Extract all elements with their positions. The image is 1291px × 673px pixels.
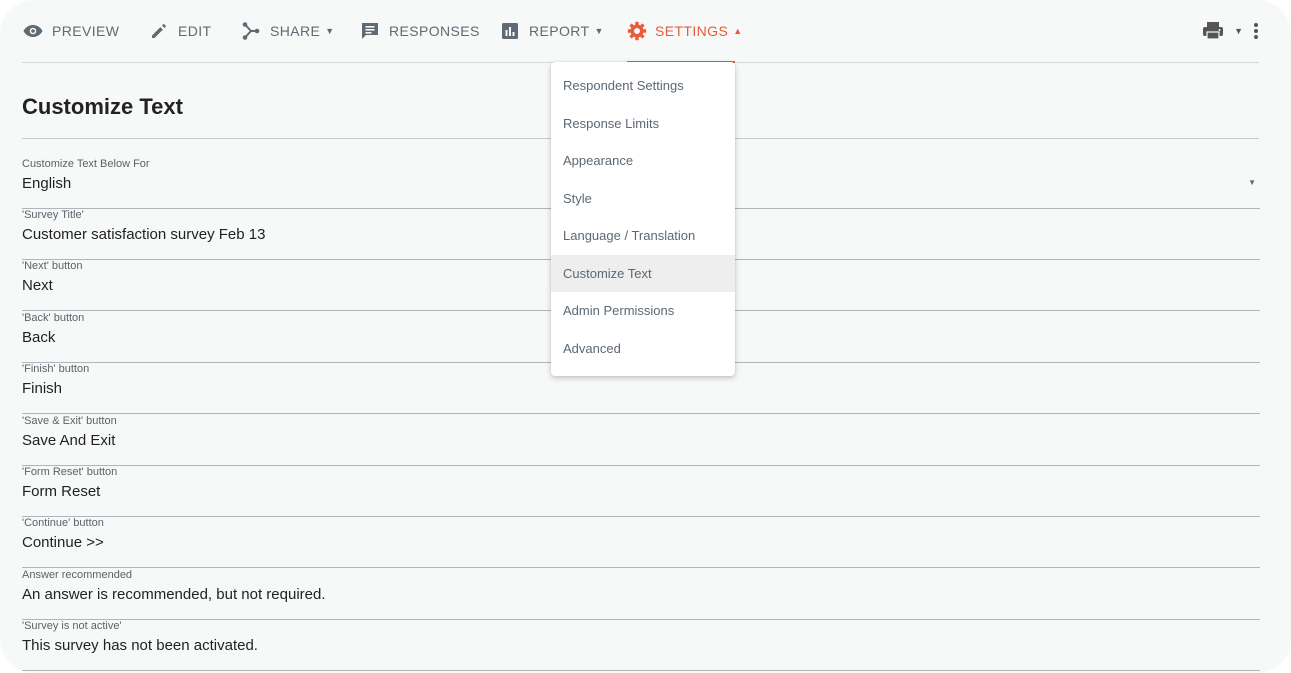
tab-responses[interactable]: RESPONSES <box>359 0 480 62</box>
field-label: 'Survey Title' <box>22 209 84 221</box>
tab-settings[interactable]: SETTINGS ▲ <box>627 0 742 63</box>
eye-icon <box>22 20 44 42</box>
field-value: Back <box>22 329 56 346</box>
field-label: 'Survey is not active' <box>22 620 122 632</box>
tab-label: PREVIEW <box>52 23 120 39</box>
share-icon <box>240 20 262 42</box>
field-value: Continue >> <box>22 534 104 551</box>
responses-icon <box>359 20 381 42</box>
chevron-down-icon: ▼ <box>1248 178 1256 187</box>
field-value: An answer is recommended, but not requir… <box>22 586 326 603</box>
pencil-icon <box>148 20 170 42</box>
tab-label: RESPONSES <box>389 23 480 39</box>
field-label: Answer recommended <box>22 569 133 581</box>
field-label: 'Continue' button <box>22 517 104 529</box>
chevron-down-icon: ▼ <box>594 26 604 36</box>
field-label: Customize Text Below For <box>22 158 150 170</box>
gear-icon <box>627 20 647 42</box>
menu-item-appearance[interactable]: Appearance <box>551 142 735 180</box>
field-value: Next <box>22 277 53 294</box>
menu-item-language-translation[interactable]: Language / Translation <box>551 217 735 255</box>
field-label: 'Form Reset' button <box>22 466 118 478</box>
menu-item-respondent-settings[interactable]: Respondent Settings <box>551 67 735 105</box>
top-toolbar: PREVIEW EDIT SHARE ▼ RESPONSES REPORT ▼ … <box>22 0 1259 63</box>
answer-recommended-field[interactable]: Answer recommended An answer is recommen… <box>22 569 1260 620</box>
menu-item-response-limits[interactable]: Response Limits <box>551 105 735 143</box>
form-reset-button-field[interactable]: 'Form Reset' button Form Reset <box>22 466 1260 517</box>
tab-label: SETTINGS <box>655 23 729 39</box>
print-icon[interactable] <box>1202 21 1224 41</box>
chevron-down-icon: ▼ <box>325 26 335 36</box>
chevron-down-icon[interactable]: ▼ <box>1234 26 1243 36</box>
report-icon <box>499 20 521 42</box>
menu-item-style[interactable]: Style <box>551 180 735 218</box>
field-value: This survey has not been activated. <box>22 637 258 654</box>
menu-item-customize-text[interactable]: Customize Text <box>551 254 735 292</box>
field-value: Customer satisfaction survey Feb 13 <box>22 226 266 243</box>
continue-button-field[interactable]: 'Continue' button Continue >> <box>22 517 1260 568</box>
field-label: 'Back' button <box>22 312 85 324</box>
settings-menu: Respondent Settings Response Limits Appe… <box>551 62 735 376</box>
menu-item-advanced[interactable]: Advanced <box>551 330 735 368</box>
field-value: Form Reset <box>22 483 101 500</box>
tab-label: REPORT <box>529 23 590 39</box>
field-label: 'Finish' button <box>22 363 90 375</box>
app-frame: PREVIEW EDIT SHARE ▼ RESPONSES REPORT ▼ … <box>0 0 1291 673</box>
field-label: 'Next' button <box>22 260 83 272</box>
page-title: Customize Text <box>22 94 183 119</box>
right-tools: ▼ <box>1202 0 1259 62</box>
tab-preview[interactable]: PREVIEW <box>22 0 119 62</box>
survey-not-active-field[interactable]: 'Survey is not active' This survey has n… <box>22 620 1260 671</box>
tab-report[interactable]: REPORT ▼ <box>499 0 604 62</box>
tab-label: SHARE <box>270 23 321 39</box>
tab-label: EDIT <box>178 23 212 39</box>
tab-share[interactable]: SHARE ▼ <box>240 0 335 62</box>
field-value: Finish <box>22 380 63 397</box>
menu-item-admin-permissions[interactable]: Admin Permissions <box>551 292 735 330</box>
save-exit-button-field[interactable]: 'Save & Exit' button Save And Exit <box>22 415 1260 466</box>
field-value: Save And Exit <box>22 432 116 449</box>
field-label: 'Save & Exit' button <box>22 415 117 427</box>
tab-edit[interactable]: EDIT <box>148 0 212 62</box>
chevron-up-icon: ▲ <box>733 26 743 36</box>
more-vert-icon[interactable] <box>1253 22 1259 40</box>
field-value: English <box>22 175 72 192</box>
